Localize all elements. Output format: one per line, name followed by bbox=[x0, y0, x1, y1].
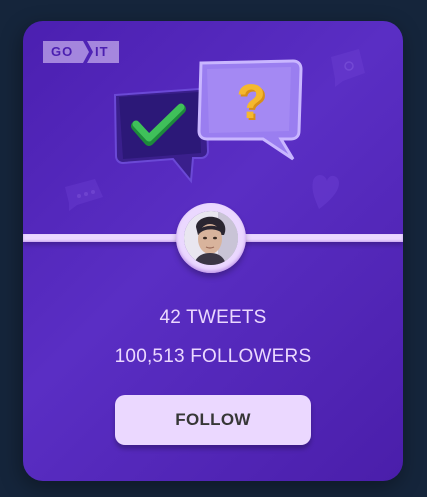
avatar-photo bbox=[184, 211, 238, 265]
svg-text:?: ? bbox=[236, 76, 265, 129]
user-card: GO IT ? ? 42 TWEETS 100,513 FOLLOWERS FO… bbox=[23, 21, 403, 481]
avatar-ring bbox=[176, 203, 246, 273]
followers-count: 100,513 FOLLOWERS bbox=[114, 346, 312, 367]
follow-button[interactable]: FOLLOW bbox=[115, 395, 311, 445]
hero-illustration: ? ? bbox=[65, 49, 365, 211]
question-bubble-icon: ? ? bbox=[197, 59, 303, 161]
tweets-count: 42 TWEETS bbox=[159, 307, 267, 328]
check-bubble-icon bbox=[113, 87, 210, 184]
small-chat-bubble-icon bbox=[65, 179, 103, 211]
avatar bbox=[184, 211, 238, 265]
heart-icon bbox=[312, 175, 339, 209]
top-right-bubble-icon bbox=[331, 49, 365, 87]
